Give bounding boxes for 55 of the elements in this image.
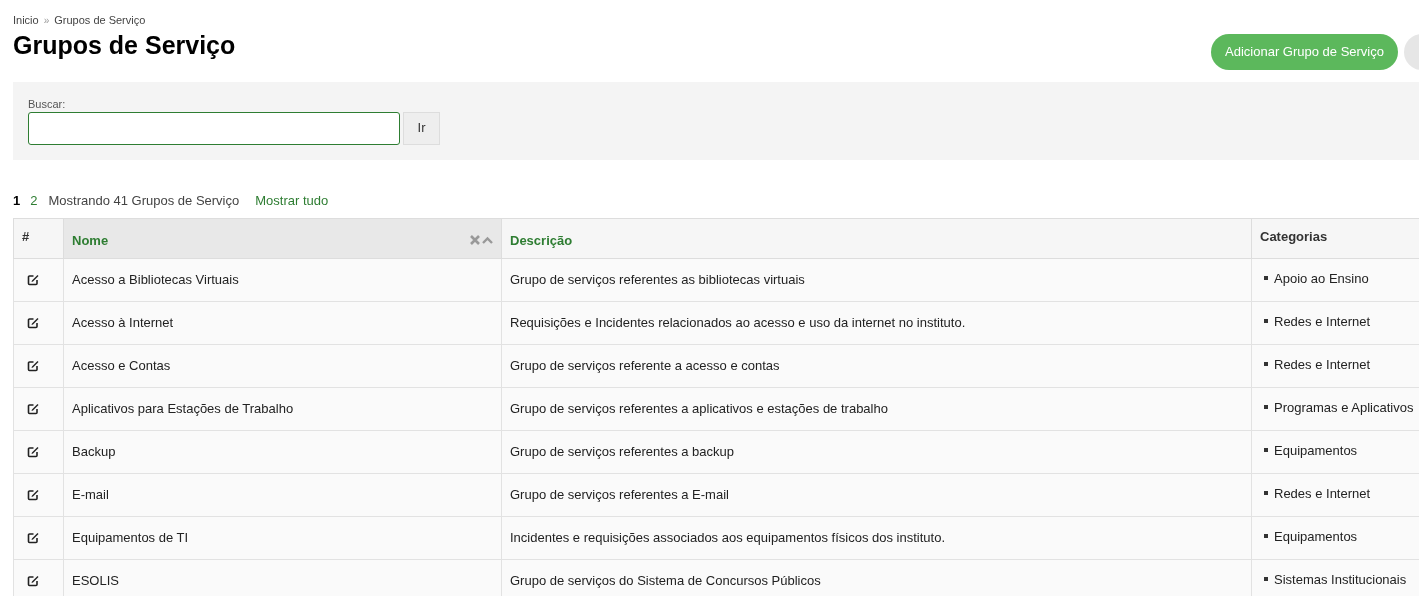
search-button[interactable]: Ir — [403, 111, 440, 145]
breadcrumb-current: Grupos de Serviço — [54, 13, 146, 28]
edit-icon[interactable] — [27, 273, 39, 286]
table-cell: Acesso e Contas — [72, 357, 171, 373]
page-link[interactable]: 2 — [30, 191, 38, 211]
table-cell: Grupo de serviços referentes a E-mail — [510, 486, 729, 502]
edit-icon[interactable] — [27, 359, 39, 372]
category-item: Redes e Internet — [1274, 355, 1371, 374]
table-cell: ESOLIS — [72, 572, 119, 588]
result-count: Mostrando 41 Grupos de Serviço — [48, 192, 240, 211]
edit-icon[interactable] — [27, 402, 39, 415]
breadcrumb-link[interactable]: Inicio — [13, 12, 39, 29]
table-cell: Equipamentos de TI — [72, 529, 189, 545]
bullet-icon — [1264, 577, 1268, 582]
table-cell: Grupo de serviços referentes a backup — [510, 443, 734, 459]
bullet-icon — [1264, 491, 1268, 496]
search-field[interactable] — [28, 111, 400, 145]
table-cell: E-mail — [72, 486, 109, 502]
edit-icon[interactable] — [27, 445, 39, 458]
category-item: Sistemas Institucionais — [1274, 570, 1407, 589]
bullet-icon — [1264, 448, 1268, 453]
category-item: Equipamentos — [1274, 527, 1358, 546]
category-item: Programas e Aplicativos — [1274, 398, 1414, 417]
bullet-icon — [1264, 362, 1268, 367]
category-item: Redes e Internet — [1274, 312, 1371, 331]
table-cell: Grupo de serviços do Sistema de Concursos Públicos — [510, 572, 821, 588]
table-cell: Requisições e Incidentes relacionados ao acesso e uso da internet no instituto. — [510, 314, 966, 330]
edit-icon[interactable] — [27, 574, 39, 587]
table-cell: Acesso a Bibliotecas Virtuais — [72, 271, 239, 287]
table-cell: Grupo de serviços referentes as bibliotecas virtuais — [510, 271, 805, 287]
breadcrumb-separator: » — [43, 13, 50, 28]
table-cell: Incidentes e requisições associados aos equipamentos físicos dos instituto. — [510, 529, 946, 545]
page-title: Grupos de Serviço — [13, 29, 236, 60]
search-label: Buscar: — [28, 97, 67, 111]
column-header[interactable]: Descrição — [510, 230, 573, 250]
page-link[interactable]: 1 — [13, 191, 21, 211]
show-all-link[interactable]: Mostrar tudo — [255, 191, 329, 211]
bullet-icon — [1264, 534, 1268, 539]
table-cell: Aplicativos para Estações de Trabalho — [72, 400, 294, 416]
bullet-icon — [1264, 405, 1268, 410]
edit-icon[interactable] — [27, 316, 39, 329]
category-item: Apoio ao Ensino — [1274, 269, 1369, 288]
edit-icon[interactable] — [27, 531, 39, 544]
table-cell: Acesso à Internet — [72, 314, 174, 330]
column-header: # — [22, 227, 30, 246]
bullet-icon — [1264, 319, 1268, 324]
table-cell: Grupo de serviços referente a acesso e contas — [510, 357, 780, 373]
table-cell: Backup — [72, 443, 116, 459]
category-item: Equipamentos — [1274, 441, 1358, 460]
category-item: Redes e Internet — [1274, 484, 1371, 503]
column-header[interactable]: Nome — [72, 230, 109, 250]
bullet-icon — [1264, 276, 1268, 281]
table-cell: Grupo de serviços referentes a aplicativos e estações de trabalho — [510, 400, 888, 416]
edit-icon[interactable] — [27, 488, 39, 501]
column-header: Categorias — [1260, 227, 1328, 246]
